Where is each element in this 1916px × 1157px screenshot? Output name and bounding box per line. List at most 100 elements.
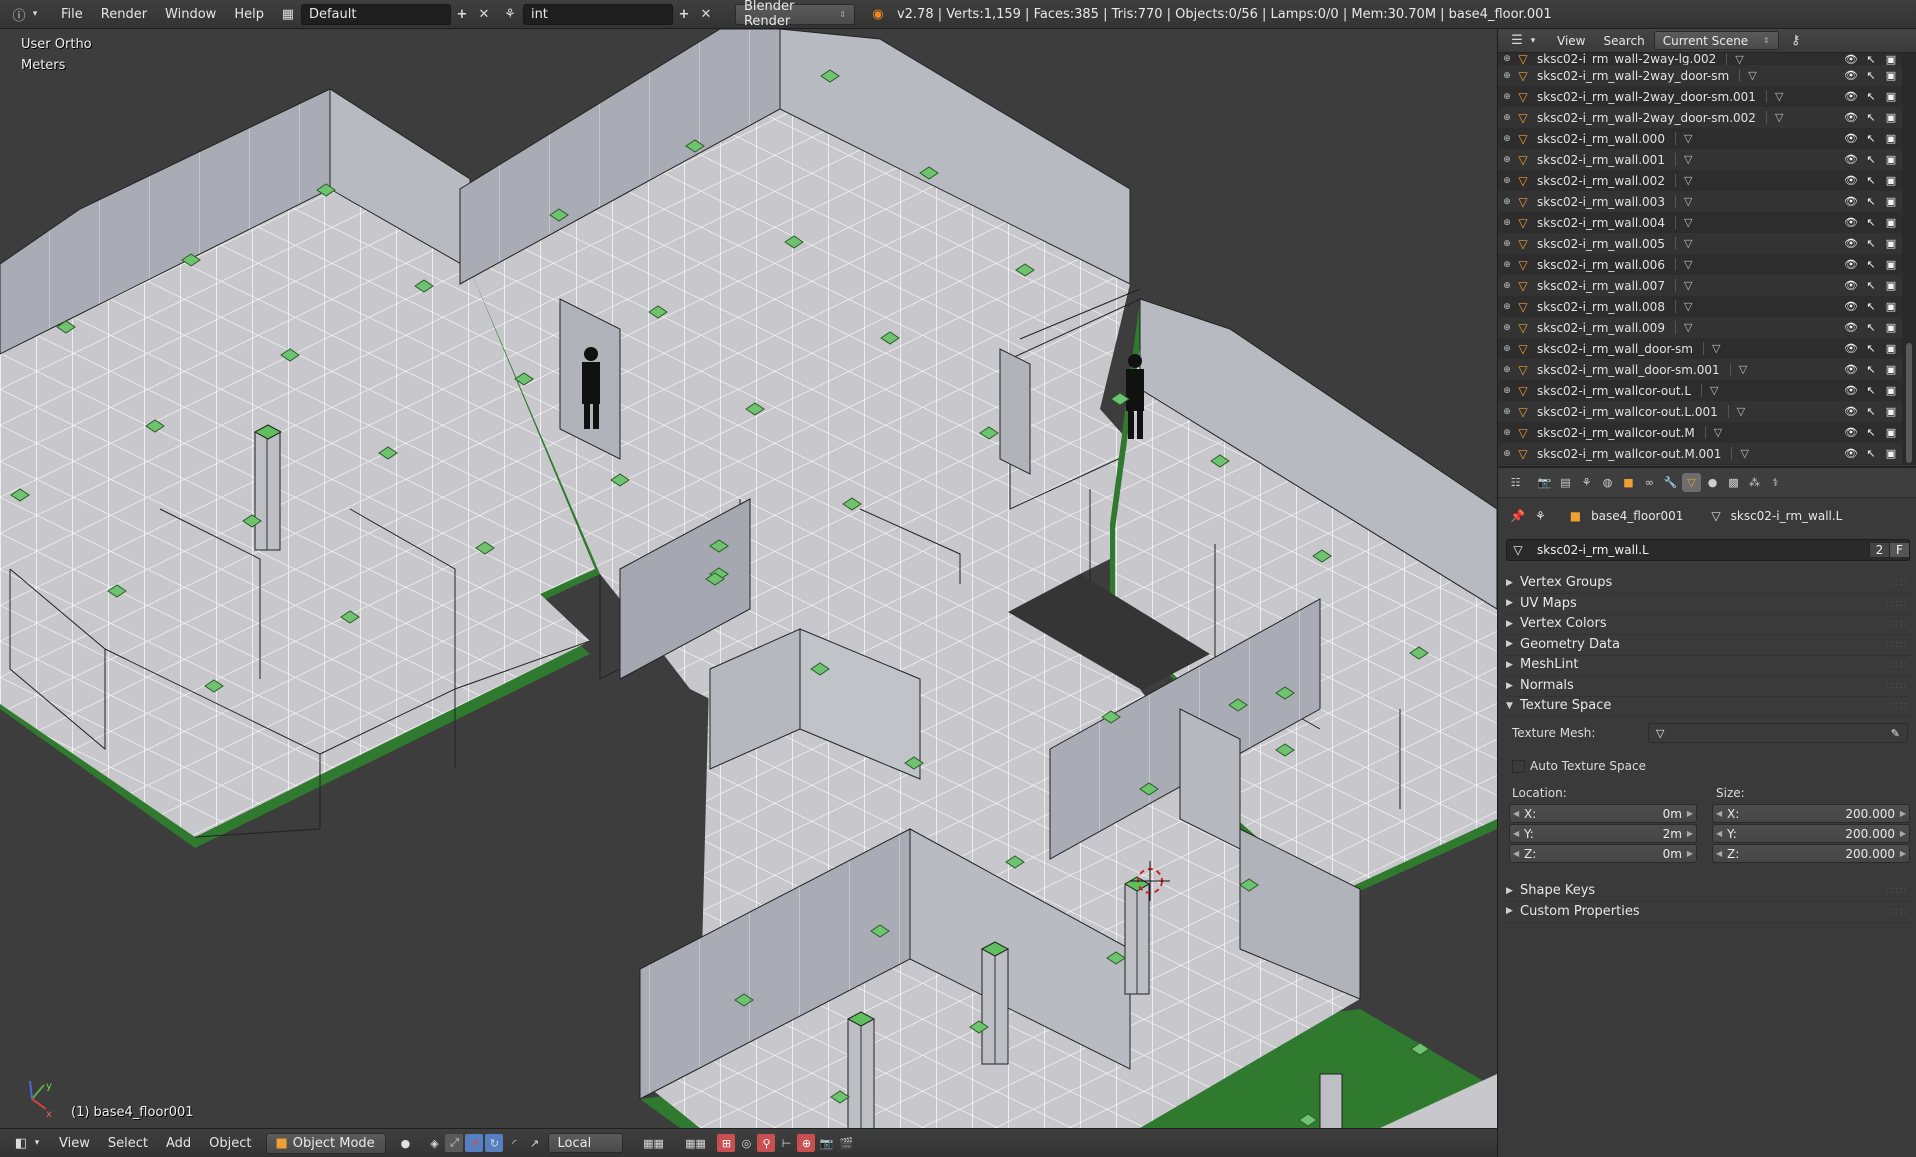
tab-particles-icon[interactable]: ⁂ — [1745, 473, 1764, 492]
outliner-object-name[interactable]: sksc02-i_rm_wallcor-out.L — [1537, 384, 1691, 398]
outliner-object-name[interactable]: sksc02-i_rm_wall-2way-lg.002 — [1537, 53, 1716, 65]
outliner-menu-view[interactable]: View — [1548, 29, 1594, 53]
tab-world-icon[interactable]: ◍ — [1598, 473, 1617, 492]
tab-constraints-icon[interactable]: ∞ — [1640, 473, 1659, 492]
renderable-camera-icon[interactable]: ▣ — [1884, 153, 1898, 166]
tab-render-icon[interactable]: 📷 — [1535, 473, 1554, 492]
mesh-data-icon[interactable]: ▽ — [1727, 405, 1745, 418]
pivot-point-icon[interactable]: ◈ — [425, 1134, 443, 1152]
visibility-eye-icon[interactable]: 👁 — [1844, 321, 1858, 334]
outliner-row[interactable]: ⊕ ▽ sksc02-i_rm_wallcor-out.M ▽ 👁 ↖ ▣ — [1498, 422, 1902, 443]
outliner-object-name[interactable]: sksc02-i_rm_wall.004 — [1537, 216, 1665, 230]
tab-modifiers-icon[interactable]: 🔧 — [1661, 473, 1680, 492]
selectable-cursor-icon[interactable]: ↖ — [1864, 384, 1878, 397]
selectable-cursor-icon[interactable]: ↖ — [1864, 363, 1878, 376]
renderable-camera-icon[interactable]: ▣ — [1884, 216, 1898, 229]
mesh-data-icon[interactable]: ▽ — [1731, 447, 1749, 460]
outliner-row[interactable]: ⊕ ▽ sksc02-i_rm_wall-2way_door-sm.002 ▽ 👁 ↖ ▣ — [1498, 107, 1902, 128]
selectable-cursor-icon[interactable]: ↖ — [1864, 321, 1878, 334]
mesh-data-icon[interactable]: ▽ — [1726, 53, 1744, 65]
scene-field[interactable]: int — [522, 3, 673, 25]
panel-grip-icon[interactable]: ::::: — [1886, 577, 1908, 588]
renderable-camera-icon[interactable]: ▣ — [1884, 69, 1898, 82]
visibility-eye-icon[interactable]: 👁 — [1844, 384, 1858, 397]
tab-object-icon[interactable]: ■ — [1619, 473, 1638, 492]
outliner-object-name[interactable]: sksc02-i_rm_wall.008 — [1537, 300, 1665, 314]
panel-grip-icon[interactable]: ::::: — [1886, 659, 1908, 670]
outliner-row[interactable]: ⊕ ▽ sksc02-i_rm_wall.000 ▽ 👁 ↖ ▣ — [1498, 128, 1902, 149]
expand-dot-icon[interactable]: ⊕ — [1500, 113, 1514, 123]
outliner-object-name[interactable]: sksc02-i_rm_wallcor-out.M — [1537, 426, 1695, 440]
manipulator-toggle-icon[interactable]: ⤢ — [445, 1134, 464, 1152]
selectable-cursor-icon[interactable]: ↖ — [1864, 258, 1878, 271]
menu-window[interactable]: Window — [156, 0, 225, 29]
outliner-object-name[interactable]: sksc02-i_rm_wallcor-out.L.001 — [1537, 405, 1718, 419]
outliner-scrollbar[interactable] — [1902, 53, 1916, 465]
outliner-object-name[interactable]: sksc02-i_rm_wall_door-sm — [1537, 342, 1693, 356]
mesh-data-icon[interactable]: ▽ — [1701, 384, 1719, 397]
size-y-field[interactable]: ◀ Y: 200.000 ▶ — [1712, 824, 1910, 843]
visibility-eye-icon[interactable]: 👁 — [1844, 300, 1858, 313]
mesh-data-icon[interactable]: ▽ — [1702, 342, 1720, 355]
panel-grip-icon[interactable]: ::::: — [1886, 906, 1908, 917]
texture-mesh-field[interactable]: ▽ ✎ — [1648, 723, 1908, 743]
visibility-eye-icon[interactable]: 👁 — [1844, 111, 1858, 124]
selectable-cursor-icon[interactable]: ↖ — [1864, 195, 1878, 208]
lock-layers-icon[interactable]: ⊞ — [717, 1134, 736, 1152]
renderable-camera-icon[interactable]: ▣ — [1884, 258, 1898, 271]
visibility-eye-icon[interactable]: 👁 — [1844, 90, 1858, 103]
panel-custom-properties[interactable]: ▶ Custom Properties::::: — [1506, 901, 1910, 923]
outliner-row[interactable]: ⊕ ▽ sksc02-i_rm_wall-2way-lg.002 ▽ 👁 ↖ ▣ — [1498, 53, 1902, 65]
visibility-eye-icon[interactable]: 👁 — [1844, 237, 1858, 250]
layers-grid-b-icon[interactable]: ▦▦ — [675, 1134, 715, 1152]
scene-geometry[interactable]: y x — [0, 29, 1497, 1128]
renderable-camera-icon[interactable]: ▣ — [1884, 174, 1898, 187]
menu-select[interactable]: Select — [99, 1136, 157, 1151]
editor-type-arrows-icon[interactable]: ▾ — [30, 4, 40, 24]
panel-grip-icon[interactable]: ::::: — [1886, 680, 1908, 691]
screen-layout-field[interactable]: Default — [300, 3, 451, 25]
panel-texture-space[interactable]: ▼ Texture Space ::::: — [1506, 695, 1910, 717]
view3d-editor-icon[interactable]: ◧ — [10, 1133, 32, 1153]
renderable-camera-icon[interactable]: ▣ — [1884, 195, 1898, 208]
outliner-object-name[interactable]: sksc02-i_rm_wallcor-out.M.001 — [1537, 447, 1721, 461]
outliner-row[interactable]: ⊕ ▽ sksc02-i_rm_wall_door-sm ▽ 👁 ↖ ▣ — [1498, 338, 1902, 359]
panel-geometry-data[interactable]: ▶ Geometry Data::::: — [1506, 634, 1910, 656]
location-y-field[interactable]: ◀ Y: 2m ▶ — [1509, 824, 1697, 843]
opengl-anim-icon[interactable]: 🎬 — [837, 1134, 855, 1152]
expand-dot-icon[interactable]: ⊕ — [1500, 218, 1514, 228]
selectable-cursor-icon[interactable]: ↖ — [1864, 53, 1878, 65]
expand-dot-icon[interactable]: ⊕ — [1500, 260, 1514, 270]
outliner-row[interactable]: ⊕ ▽ sksc02-i_rm_wall_door-sm.001 ▽ 👁 ↖ ▣ — [1498, 359, 1902, 380]
pin-icon[interactable]: 📌 — [1510, 509, 1525, 523]
outliner-object-name[interactable]: sksc02-i_rm_wall.007 — [1537, 279, 1665, 293]
selectable-cursor-icon[interactable]: ↖ — [1864, 216, 1878, 229]
mesh-data-icon[interactable]: ▽ — [1704, 426, 1722, 439]
renderable-camera-icon[interactable]: ▣ — [1884, 237, 1898, 250]
menu-view[interactable]: View — [50, 1136, 99, 1151]
outliner-object-name[interactable]: sksc02-i_rm_wall_door-sm.001 — [1537, 363, 1720, 377]
panel-vertex-groups[interactable]: ▶ Vertex Groups::::: — [1506, 572, 1910, 594]
visibility-eye-icon[interactable]: 👁 — [1844, 132, 1858, 145]
size-z-field[interactable]: ◀ Z: 200.000 ▶ — [1712, 844, 1910, 863]
expand-dot-icon[interactable]: ⊕ — [1500, 302, 1514, 312]
renderable-camera-icon[interactable]: ▣ — [1884, 90, 1898, 103]
expand-dot-icon[interactable]: ⊕ — [1500, 239, 1514, 249]
expand-dot-icon[interactable]: ⊕ — [1500, 54, 1514, 64]
visibility-eye-icon[interactable]: 👁 — [1844, 447, 1858, 460]
panel-grip-icon[interactable]: ::::: — [1886, 885, 1908, 896]
scene-icon[interactable]: ⚘ — [499, 4, 521, 24]
outliner-row[interactable]: ⊕ ▽ sksc02-i_rm_wall-2way_door-sm.001 ▽ 👁 ↖ ▣ — [1498, 86, 1902, 107]
visibility-eye-icon[interactable]: 👁 — [1844, 53, 1858, 65]
add-screen-icon[interactable]: + — [451, 4, 473, 24]
expand-dot-icon[interactable]: ⊕ — [1500, 134, 1514, 144]
mode-dropdown[interactable]: ■ Object Mode — [266, 1132, 387, 1154]
outliner-row[interactable]: ⊕ ▽ sksc02-i_rm_wall-2way_door-sm ▽ 👁 ↖ ▣ — [1498, 65, 1902, 86]
outliner-object-name[interactable]: sksc02-i_rm_wall.009 — [1537, 321, 1665, 335]
panel-normals[interactable]: ▶ Normals::::: — [1506, 675, 1910, 697]
renderable-camera-icon[interactable]: ▣ — [1884, 132, 1898, 145]
visibility-eye-icon[interactable]: 👁 — [1844, 342, 1858, 355]
expand-dot-icon[interactable]: ⊕ — [1500, 428, 1514, 438]
tab-scene-icon[interactable]: ⚘ — [1577, 473, 1596, 492]
outliner-row[interactable]: ⊕ ▽ sksc02-i_rm_wall.005 ▽ 👁 ↖ ▣ — [1498, 233, 1902, 254]
